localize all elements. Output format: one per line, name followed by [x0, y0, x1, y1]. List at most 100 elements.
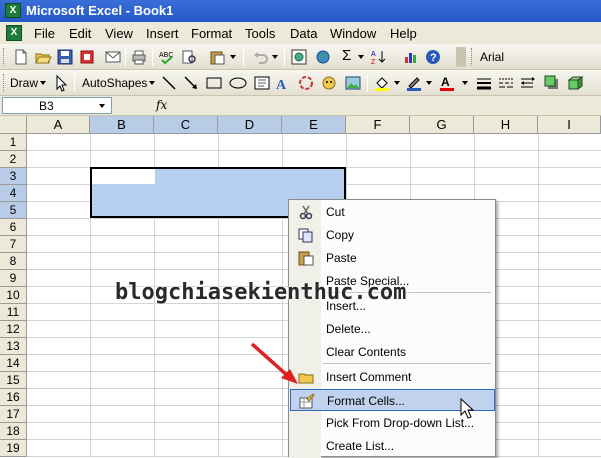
row-header-15[interactable]: 15 [0, 372, 27, 389]
menu-edit[interactable]: Edit [69, 26, 91, 41]
insert-hyperlink-icon[interactable] [290, 48, 308, 66]
row-header-9[interactable]: 9 [0, 270, 27, 287]
row-header-17[interactable]: 17 [0, 406, 27, 423]
line-icon[interactable] [160, 74, 178, 92]
chart-wizard-icon[interactable] [402, 48, 420, 66]
row-header-18[interactable]: 18 [0, 423, 27, 440]
line-color-icon[interactable] [405, 74, 423, 92]
menu-file[interactable]: File [34, 26, 55, 41]
row-header-11[interactable]: 11 [0, 304, 27, 321]
undo-icon[interactable] [252, 48, 270, 66]
context-menu-item-delete[interactable]: Delete... [290, 318, 495, 340]
spelling-icon[interactable]: ABC [158, 48, 176, 66]
menu-tools[interactable]: Tools [245, 26, 275, 41]
dash-style-icon[interactable] [497, 74, 515, 92]
menu-view[interactable]: View [105, 26, 133, 41]
context-menu-item-clear-contents[interactable]: Clear Contents [290, 341, 495, 363]
diagram-icon[interactable] [297, 74, 315, 92]
column-header-c[interactable]: C [154, 116, 218, 134]
new-icon[interactable] [12, 48, 30, 66]
oval-icon[interactable] [229, 74, 247, 92]
name-box-dropdown-icon[interactable] [99, 104, 105, 108]
context-menu-item-paste[interactable]: Paste [290, 247, 495, 269]
insert-function-icon[interactable]: fx [156, 98, 167, 112]
row-header-5[interactable]: 5 [0, 202, 27, 219]
column-header-b[interactable]: B [90, 116, 154, 134]
row-header-3[interactable]: 3 [0, 168, 27, 185]
row-header-19[interactable]: 19 [0, 440, 27, 457]
draw-menu-button[interactable]: Draw [10, 76, 38, 90]
name-box[interactable]: B3 [2, 97, 112, 114]
sort-ascending-icon[interactable]: AZ [370, 48, 388, 66]
menu-help[interactable]: Help [390, 26, 417, 41]
research-icon[interactable] [180, 48, 198, 66]
menu-data[interactable]: Data [290, 26, 317, 41]
font-color-icon[interactable]: A [438, 74, 456, 92]
toolbar-grip[interactable] [3, 74, 6, 92]
font-name-box[interactable]: Arial [480, 50, 504, 64]
context-menu-item-copy[interactable]: Copy [290, 224, 495, 246]
row-header-14[interactable]: 14 [0, 355, 27, 372]
save-icon[interactable] [56, 48, 74, 66]
rectangle-icon[interactable] [205, 74, 223, 92]
print-icon[interactable] [130, 48, 148, 66]
menu-format[interactable]: Format [191, 26, 232, 41]
active-cell[interactable] [92, 169, 155, 184]
font-color-dropdown-icon[interactable] [462, 81, 468, 85]
column-header-d[interactable]: D [218, 116, 282, 134]
permission-icon[interactable] [78, 48, 96, 66]
autosum-dropdown-icon[interactable] [358, 55, 364, 59]
select-all-corner[interactable] [0, 116, 27, 134]
undo-dropdown-icon[interactable] [272, 55, 278, 59]
column-header-a[interactable]: A [27, 116, 90, 134]
draw-dropdown-icon[interactable] [40, 81, 46, 85]
shadow-style-icon[interactable] [543, 74, 561, 92]
workbook-icon[interactable]: X [6, 25, 22, 41]
row-header-1[interactable]: 1 [0, 134, 27, 151]
clip-art-icon[interactable] [320, 74, 338, 92]
help-icon[interactable]: ? [424, 48, 442, 66]
row-header-13[interactable]: 13 [0, 338, 27, 355]
insert-picture-icon[interactable] [344, 74, 362, 92]
column-header-e[interactable]: E [282, 116, 346, 134]
row-header-10[interactable]: 10 [0, 287, 27, 304]
fill-color-dropdown-icon[interactable] [394, 81, 400, 85]
wordart-icon[interactable]: A [275, 74, 293, 93]
text-box-icon[interactable] [253, 74, 271, 92]
3d-style-icon[interactable] [566, 74, 584, 92]
email-icon[interactable] [104, 48, 122, 66]
row-header-16[interactable]: 16 [0, 389, 27, 406]
autoshapes-dropdown-icon[interactable] [149, 81, 155, 85]
column-header-h[interactable]: H [474, 116, 538, 134]
globe-icon[interactable] [314, 48, 332, 66]
menu-insert[interactable]: Insert [146, 26, 179, 41]
arrow-icon[interactable] [182, 74, 200, 92]
menu-window[interactable]: Window [330, 26, 376, 41]
row-header-8[interactable]: 8 [0, 253, 27, 270]
line-style-icon[interactable] [475, 74, 493, 92]
context-menu-item-insert-comment[interactable]: Insert Comment [290, 366, 495, 388]
open-icon[interactable] [34, 48, 52, 66]
column-header-f[interactable]: F [346, 116, 410, 134]
autosum-icon[interactable]: Σ [342, 47, 351, 64]
column-header-g[interactable]: G [410, 116, 474, 134]
select-objects-icon[interactable] [52, 74, 70, 92]
line-color-dropdown-icon[interactable] [426, 81, 432, 85]
fill-color-icon[interactable] [373, 74, 391, 92]
row-header-7[interactable]: 7 [0, 236, 27, 253]
context-menu-item-cut[interactable]: Cut [290, 201, 495, 223]
paste-dropdown-icon[interactable] [230, 55, 236, 59]
row-header-12[interactable]: 12 [0, 321, 27, 338]
excel-app-icon[interactable]: X [5, 3, 21, 18]
autoshapes-menu-button[interactable]: AutoShapes [82, 76, 147, 90]
paste-icon[interactable] [208, 48, 226, 66]
toolbar-grip[interactable] [471, 48, 474, 66]
context-menu-item-create-list[interactable]: Create List... [290, 435, 495, 457]
row-header-6[interactable]: 6 [0, 219, 27, 236]
column-header-i[interactable]: I [538, 116, 601, 134]
arrow-style-icon[interactable] [519, 74, 537, 92]
row-header-2[interactable]: 2 [0, 151, 27, 168]
row-header-4[interactable]: 4 [0, 185, 27, 202]
toolbar-grip[interactable] [3, 48, 6, 66]
toolbar-options-button[interactable] [456, 47, 466, 67]
